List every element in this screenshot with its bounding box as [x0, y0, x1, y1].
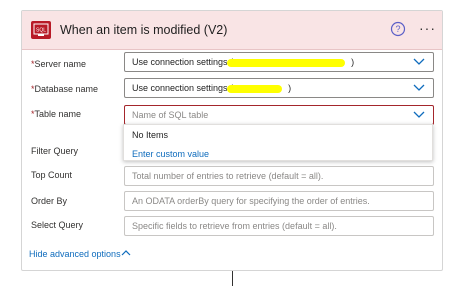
select-query-label: Select Query	[31, 220, 84, 230]
top-count-placeholder: Total number of entries to retrieve (def…	[132, 171, 324, 181]
table-name-options-menu: No Items Enter custom value	[123, 124, 433, 161]
chevron-down-icon[interactable]	[413, 58, 425, 66]
server-name-label-text: Server name	[34, 59, 87, 69]
redaction-mark	[227, 59, 345, 67]
sql-server-icon: SQL	[31, 21, 51, 39]
sql-icon-text: SQL	[36, 28, 46, 34]
server-name-dropdown[interactable]: Use connection settings ()	[124, 52, 434, 72]
select-query-placeholder: Specific fields to retrieve from entries…	[132, 221, 337, 231]
database-name-label-text: Database name	[34, 84, 99, 94]
order-by-placeholder: An ODATA orderBy query for specifying th…	[132, 196, 370, 206]
help-icon[interactable]: ?	[390, 21, 406, 37]
database-name-dropdown[interactable]: Use connection settings ()	[124, 78, 434, 98]
table-name-placeholder: Name of SQL table	[132, 110, 209, 120]
database-name-label: *Database name	[31, 84, 98, 94]
table-name-label: *Table name	[31, 109, 81, 119]
redaction-mark	[227, 85, 282, 93]
dropdown-option-custom-value[interactable]: Enter custom value	[132, 149, 209, 159]
chevron-down-icon[interactable]	[413, 111, 425, 119]
order-by-input[interactable]: An ODATA orderBy query for specifying th…	[124, 191, 434, 211]
top-count-input[interactable]: Total number of entries to retrieve (def…	[124, 166, 434, 186]
card-header[interactable]: SQL When an item is modified (V2) ? ···	[22, 11, 442, 50]
filter-query-label: Filter Query	[31, 146, 79, 156]
order-by-label: Order By	[31, 196, 68, 206]
svg-text:?: ?	[395, 24, 400, 34]
server-name-label: *Server name	[31, 59, 86, 69]
chevron-down-icon[interactable]	[413, 84, 425, 92]
select-query-input[interactable]: Specific fields to retrieve from entries…	[124, 216, 434, 236]
chevron-up-icon[interactable]	[121, 249, 131, 257]
top-count-label: Top Count	[31, 170, 73, 180]
table-name-dropdown[interactable]: Name of SQL table	[124, 105, 434, 125]
table-name-label-text: Table name	[34, 109, 82, 119]
trigger-title: When an item is modified (V2)	[60, 23, 228, 37]
dropdown-option-no-items[interactable]: No Items	[132, 130, 168, 140]
flow-connector-line	[232, 271, 233, 286]
hide-advanced-options-link[interactable]: Hide advanced options	[29, 249, 121, 259]
more-options-icon[interactable]: ···	[419, 20, 436, 36]
